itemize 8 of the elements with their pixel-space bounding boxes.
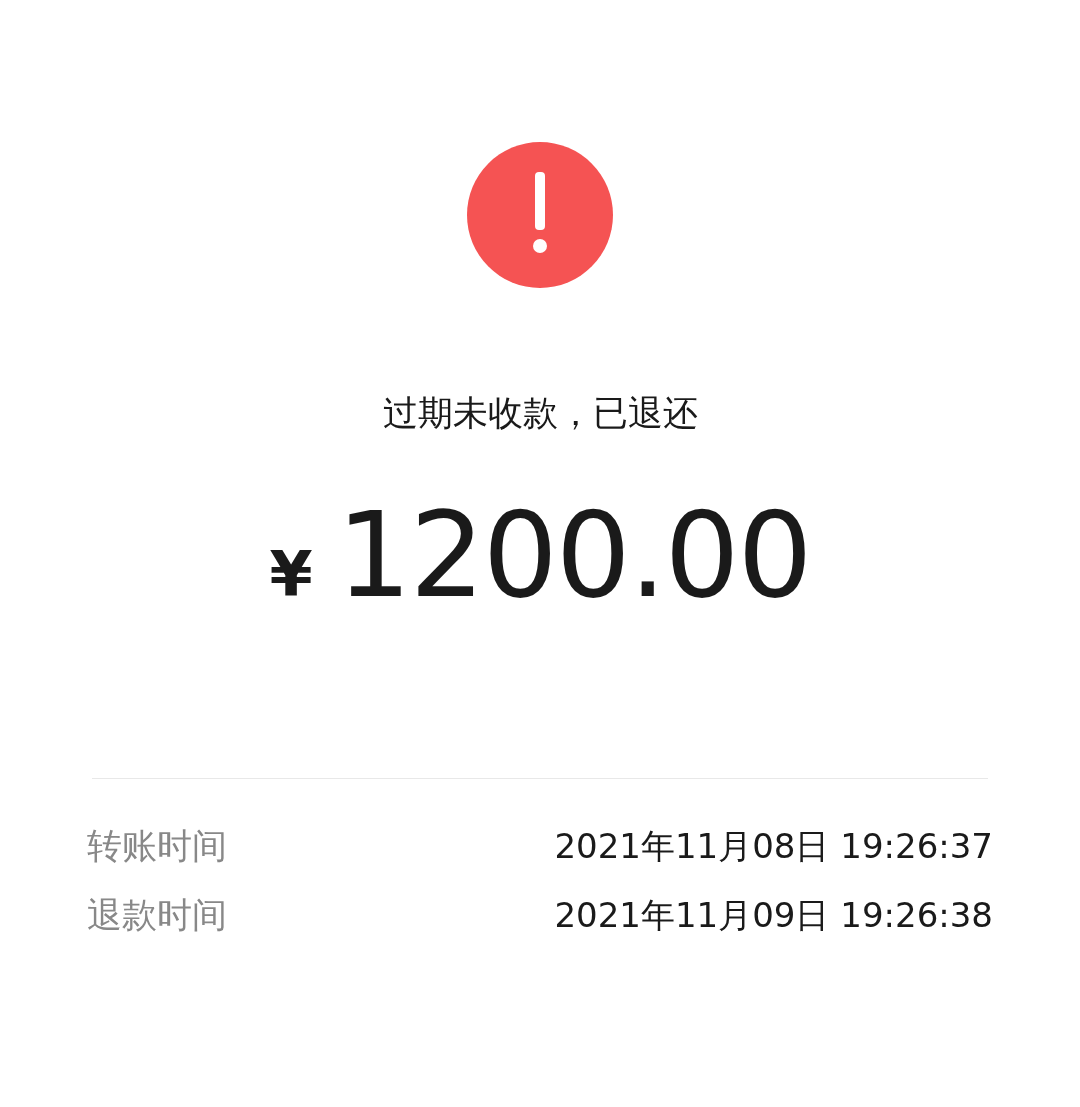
status-message: 过期未收款，已退还 bbox=[382, 392, 698, 435]
detail-label: 转账时间 bbox=[87, 825, 227, 868]
detail-value: 2021年11月09日 19:26:38 bbox=[554, 893, 993, 937]
warning-icon bbox=[467, 142, 613, 288]
currency-symbol: ¥ bbox=[269, 538, 313, 611]
detail-label: 退款时间 bbox=[87, 894, 227, 937]
detail-value: 2021年11月08日 19:26:37 bbox=[554, 824, 993, 868]
amount-value: 1200.00 bbox=[336, 490, 811, 620]
